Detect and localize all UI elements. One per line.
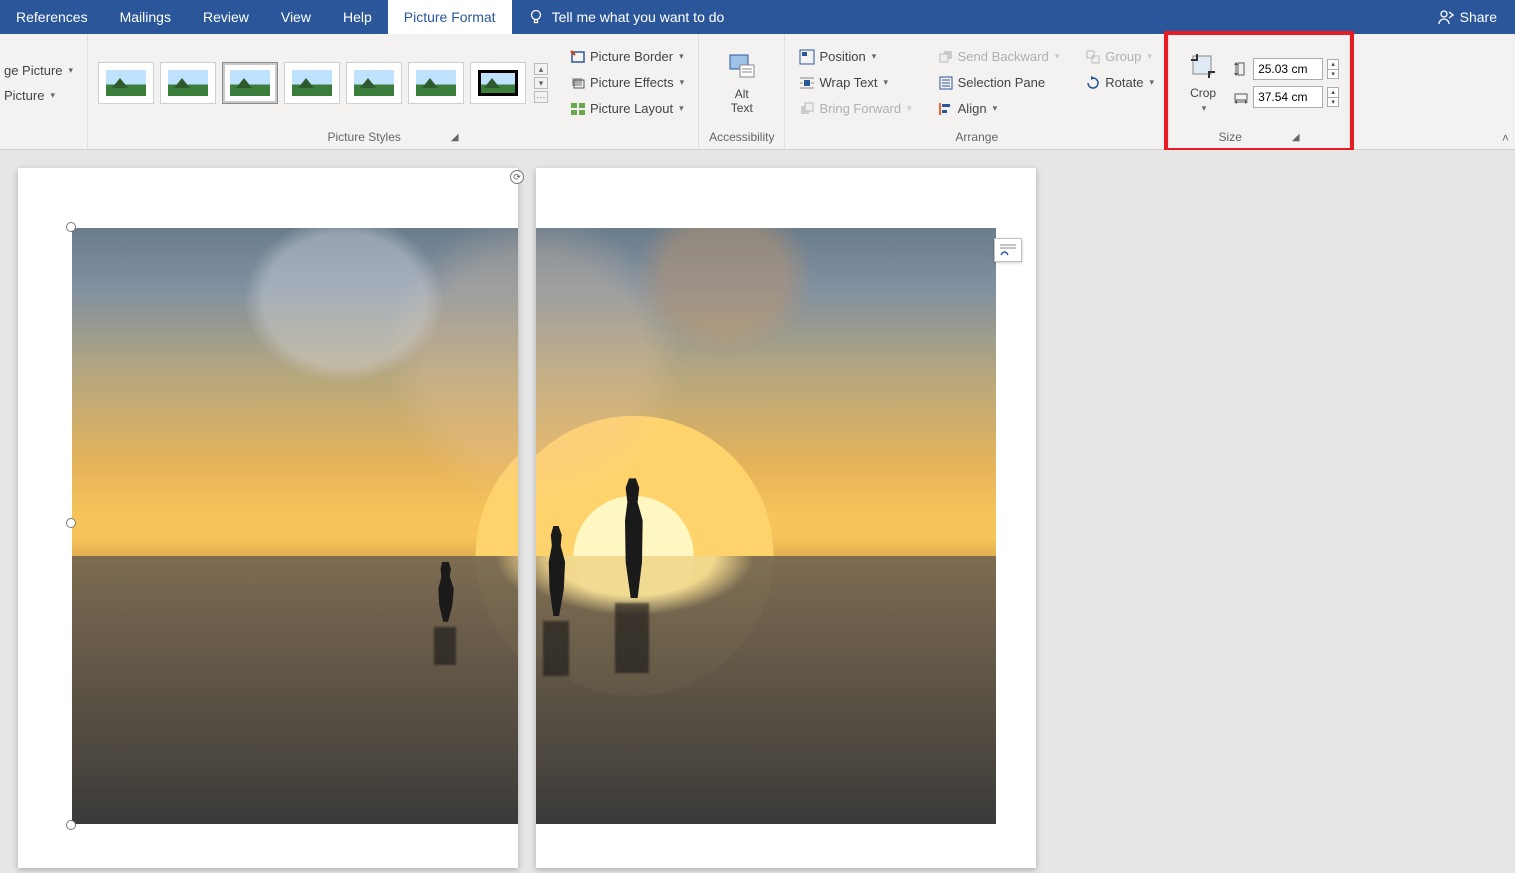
position-button[interactable]: Position▾ bbox=[795, 47, 880, 67]
rotate-button[interactable]: Rotate▾ bbox=[1081, 73, 1158, 93]
group-adjust-partial: ge Picture▾ Picture▾ bbox=[0, 34, 88, 149]
picture-border-icon bbox=[570, 49, 586, 65]
picture-layout-icon bbox=[570, 101, 586, 117]
width-input[interactable] bbox=[1253, 86, 1323, 108]
inserted-picture-right[interactable] bbox=[536, 228, 996, 824]
width-icon bbox=[1233, 89, 1249, 105]
change-picture-button[interactable]: ge Picture▾ bbox=[0, 61, 77, 80]
selection-handle-tl[interactable] bbox=[66, 222, 76, 232]
tell-me-label: Tell me what you want to do bbox=[552, 9, 725, 25]
bring-forward-icon bbox=[799, 101, 815, 117]
style-thumb-2[interactable] bbox=[160, 62, 216, 104]
group-picture-styles: ▴ ▾ ⋯ Picture Border▾ Picture Effects▾ bbox=[88, 34, 699, 149]
wrap-text-icon bbox=[799, 75, 815, 91]
share-person-icon bbox=[1438, 9, 1454, 25]
layout-options-button[interactable] bbox=[994, 238, 1022, 262]
send-backward-button[interactable]: Send Backward▾ bbox=[934, 47, 1064, 67]
height-down-icon[interactable]: ▾ bbox=[1327, 69, 1339, 79]
crop-icon bbox=[1187, 50, 1219, 82]
picture-effects-button[interactable]: Picture Effects▾ bbox=[566, 73, 688, 93]
group-label-accessibility: Accessibility bbox=[709, 130, 774, 144]
height-up-icon[interactable]: ▴ bbox=[1327, 59, 1339, 69]
align-icon bbox=[938, 101, 954, 117]
tab-references[interactable]: References bbox=[0, 0, 104, 34]
tab-picture-format[interactable]: Picture Format bbox=[388, 0, 512, 34]
group-size: Crop▾ ▴▾ ▴▾ Size ◢ bbox=[1169, 34, 1350, 149]
rotation-handle-icon[interactable]: ⟳ bbox=[510, 170, 524, 184]
ribbon: ge Picture▾ Picture▾ ▴ ▾ bbox=[0, 34, 1515, 150]
gallery-up-icon[interactable]: ▴ bbox=[534, 63, 548, 75]
gallery-down-icon[interactable]: ▾ bbox=[534, 77, 548, 89]
page-1: ⟳ bbox=[18, 168, 518, 868]
size-launcher-icon[interactable]: ◢ bbox=[1292, 132, 1300, 143]
send-backward-icon bbox=[938, 49, 954, 65]
style-thumb-3[interactable] bbox=[222, 62, 278, 104]
align-button[interactable]: Align▾ bbox=[934, 99, 1001, 119]
tab-help[interactable]: Help bbox=[327, 0, 388, 34]
wrap-text-button[interactable]: Wrap Text▾ bbox=[795, 73, 892, 93]
share-button[interactable]: Share bbox=[1420, 0, 1515, 34]
group-label-size: Size bbox=[1219, 130, 1242, 144]
tab-view[interactable]: View bbox=[265, 0, 327, 34]
reset-picture-button[interactable]: Picture▾ bbox=[0, 86, 59, 105]
tab-review[interactable]: Review bbox=[187, 0, 265, 34]
page-2 bbox=[536, 168, 1036, 868]
crop-button[interactable]: Crop▾ bbox=[1179, 46, 1227, 119]
gallery-scroll: ▴ ▾ ⋯ bbox=[532, 63, 550, 103]
lightbulb-icon bbox=[528, 9, 544, 25]
document-canvas: ⟳ bbox=[0, 150, 1515, 873]
picture-layout-button[interactable]: Picture Layout▾ bbox=[566, 99, 688, 119]
ribbon-tabbar: References Mailings Review View Help Pic… bbox=[0, 0, 1515, 34]
picture-styles-gallery: ▴ ▾ ⋯ bbox=[98, 62, 550, 104]
selection-handle-ml[interactable] bbox=[66, 518, 76, 528]
picture-border-button[interactable]: Picture Border▾ bbox=[566, 47, 688, 67]
group-label-arrange: Arrange bbox=[955, 130, 998, 144]
style-thumb-4[interactable] bbox=[284, 62, 340, 104]
selection-pane-button[interactable]: Selection Pane bbox=[934, 73, 1049, 93]
gallery-more-icon[interactable]: ⋯ bbox=[534, 91, 548, 103]
rotate-icon bbox=[1085, 75, 1101, 91]
picture-styles-launcher-icon[interactable]: ◢ bbox=[451, 132, 459, 143]
inserted-picture-left[interactable] bbox=[72, 228, 518, 824]
style-thumb-1[interactable] bbox=[98, 62, 154, 104]
style-thumb-5[interactable] bbox=[346, 62, 402, 104]
group-arrange: Position▾ Wrap Text▾ Bring Forward▾ Send… bbox=[785, 34, 1169, 149]
picture-effects-icon bbox=[570, 75, 586, 91]
position-icon bbox=[799, 49, 815, 65]
selection-handle-bl[interactable] bbox=[66, 820, 76, 830]
style-thumb-7[interactable] bbox=[470, 62, 526, 104]
bring-forward-button[interactable]: Bring Forward▾ bbox=[795, 99, 915, 119]
collapse-ribbon-icon[interactable]: ˄ bbox=[1502, 131, 1509, 145]
group-button[interactable]: Group▾ bbox=[1081, 47, 1156, 67]
selection-pane-icon bbox=[938, 75, 954, 91]
share-label: Share bbox=[1460, 9, 1497, 25]
width-up-icon[interactable]: ▴ bbox=[1327, 87, 1339, 97]
style-thumb-6[interactable] bbox=[408, 62, 464, 104]
width-down-icon[interactable]: ▾ bbox=[1327, 97, 1339, 107]
alt-text-icon bbox=[726, 51, 758, 83]
group-icon bbox=[1085, 49, 1101, 65]
group-accessibility: AltText Accessibility bbox=[699, 34, 785, 149]
height-icon bbox=[1233, 61, 1249, 77]
tab-mailings[interactable]: Mailings bbox=[104, 0, 187, 34]
group-label-picture-styles: Picture Styles bbox=[328, 130, 401, 144]
alt-text-button[interactable]: AltText bbox=[718, 47, 766, 119]
tell-me-search[interactable]: Tell me what you want to do bbox=[512, 0, 741, 34]
height-input[interactable] bbox=[1253, 58, 1323, 80]
